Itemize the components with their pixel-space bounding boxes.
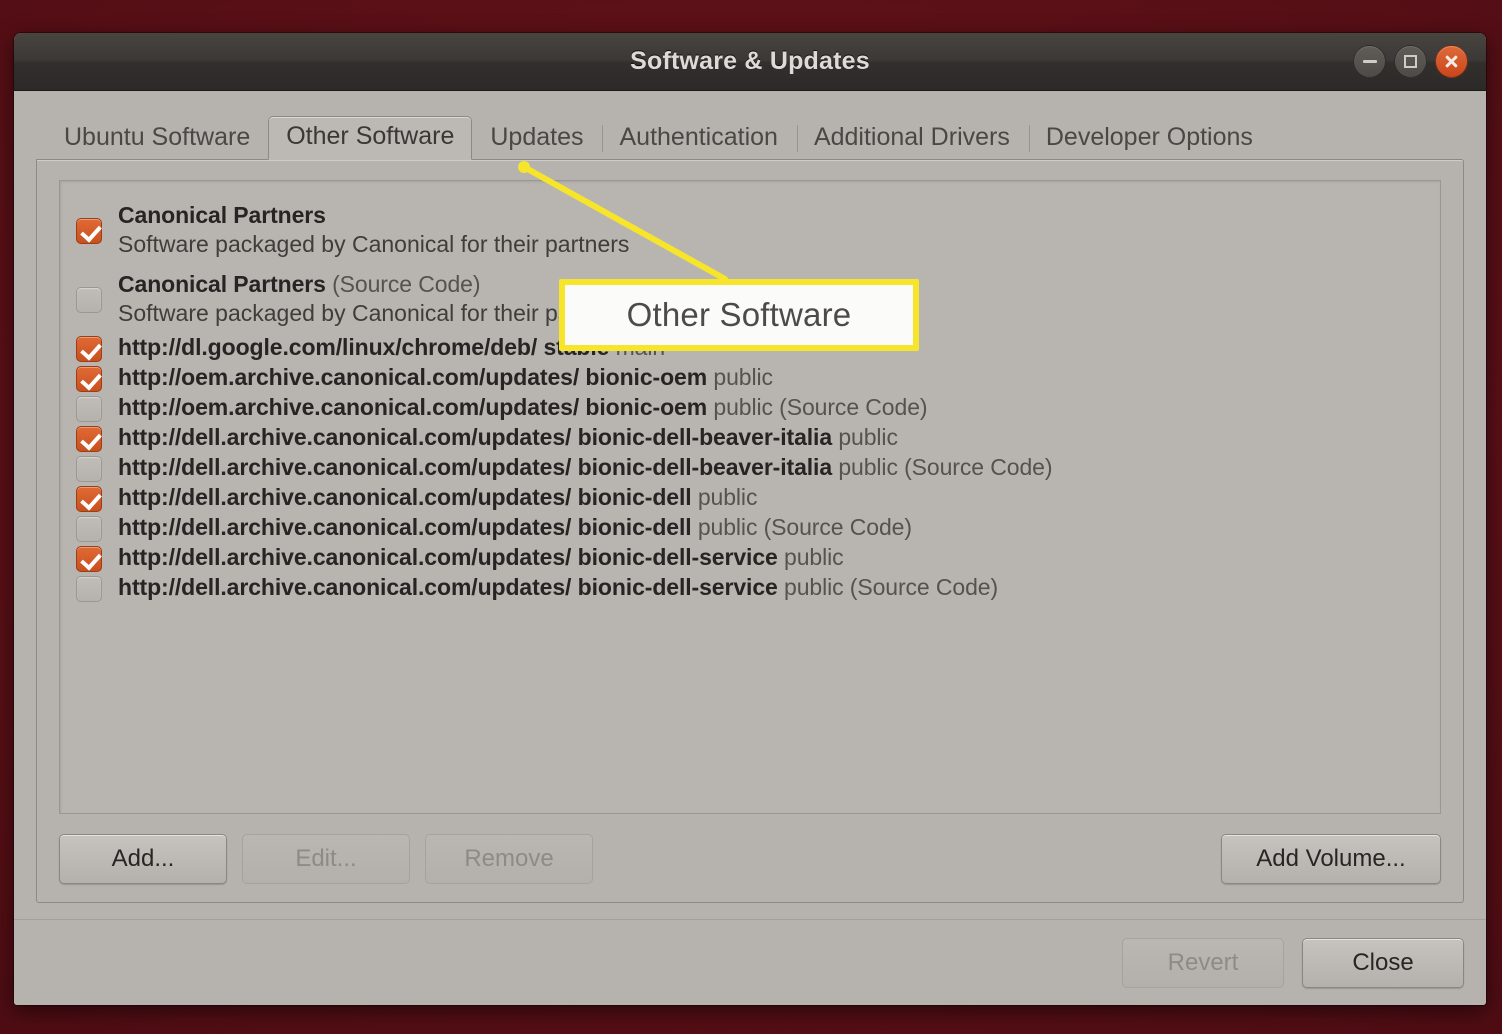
list-item[interactable]: http://oem.archive.canonical.com/updates…	[70, 363, 1430, 393]
source-checkbox[interactable]	[76, 426, 102, 452]
add-volume-button[interactable]: Add Volume...	[1221, 834, 1441, 884]
source-title: Canonical Partners (Source Code)	[118, 270, 481, 297]
tab-additional-drivers[interactable]: Additional Drivers	[796, 117, 1028, 159]
revert-button[interactable]: Revert	[1122, 937, 1284, 988]
list-item[interactable]: http://dell.archive.canonical.com/update…	[70, 573, 1430, 603]
source-checkbox[interactable]	[76, 576, 102, 602]
source-title-suffix: public	[713, 364, 773, 390]
source-title-suffix: public	[838, 424, 898, 450]
minimize-icon	[1362, 60, 1377, 63]
window-titlebar: Software & Updates	[14, 33, 1486, 91]
source-checkbox[interactable]	[76, 486, 102, 512]
source-title-suffix: public (Source Code)	[838, 454, 1053, 480]
remove-button[interactable]: Remove	[425, 834, 593, 884]
tab-developer-options[interactable]: Developer Options	[1028, 117, 1271, 159]
list-item[interactable]: http://dell.archive.canonical.com/update…	[70, 453, 1430, 483]
minimize-button[interactable]	[1353, 45, 1386, 78]
list-item[interactable]: http://dell.archive.canonical.com/update…	[70, 483, 1430, 513]
software-sources-list[interactable]: Canonical Partners Software packaged by …	[59, 180, 1441, 814]
source-checkbox[interactable]	[76, 366, 102, 392]
source-checkbox[interactable]	[76, 516, 102, 542]
source-title-suffix: public	[784, 544, 844, 570]
list-item[interactable]: http://dl.google.com/linux/chrome/deb/ s…	[70, 333, 1430, 363]
source-checkbox[interactable]	[76, 546, 102, 572]
source-checkbox[interactable]	[76, 336, 102, 362]
source-title-suffix: (Source Code)	[332, 270, 481, 297]
source-title: http://dell.archive.canonical.com/update…	[118, 484, 758, 510]
software-updates-window: Software & Updates Ubuntu Software Other…	[14, 33, 1486, 1005]
list-item[interactable]: Canonical Partners Software packaged by …	[70, 195, 1430, 264]
source-title-suffix: public (Source Code)	[784, 574, 999, 600]
source-title: http://dell.archive.canonical.com/update…	[118, 514, 912, 540]
source-title: Canonical Partners	[118, 201, 326, 228]
dialog-footer: Revert Close	[14, 919, 1486, 1005]
list-item[interactable]: http://dell.archive.canonical.com/update…	[70, 543, 1430, 573]
source-title-suffix: public (Source Code)	[713, 394, 928, 420]
source-title-suffix: public (Source Code)	[697, 514, 912, 540]
list-item[interactable]: http://oem.archive.canonical.com/updates…	[70, 393, 1430, 423]
tab-updates[interactable]: Updates	[472, 117, 601, 159]
source-title-suffix: public	[697, 484, 758, 510]
source-description: Software packaged by Canonical for their…	[118, 300, 630, 326]
source-title: http://dl.google.com/linux/chrome/deb/ s…	[118, 334, 666, 360]
source-checkbox[interactable]	[76, 217, 102, 244]
source-checkbox[interactable]	[76, 456, 102, 482]
source-title: http://dell.archive.canonical.com/update…	[118, 454, 1053, 480]
close-window-button[interactable]	[1435, 45, 1468, 78]
page-title: Software & Updates	[630, 47, 870, 75]
tab-panel-other-software: Canonical Partners Software packaged by …	[36, 159, 1464, 903]
source-title: http://oem.archive.canonical.com/updates…	[118, 364, 773, 390]
tab-other-software[interactable]: Other Software	[268, 116, 473, 160]
source-checkbox[interactable]	[76, 396, 102, 422]
source-title: http://oem.archive.canonical.com/updates…	[118, 394, 928, 420]
list-item[interactable]: http://dell.archive.canonical.com/update…	[70, 513, 1430, 543]
tab-authentication[interactable]: Authentication	[601, 117, 795, 159]
source-description: Software packaged by Canonical for their…	[118, 231, 630, 257]
source-title: http://dell.archive.canonical.com/update…	[118, 574, 999, 600]
source-title: http://dell.archive.canonical.com/update…	[118, 424, 898, 450]
maximize-icon	[1404, 55, 1417, 68]
source-title-suffix: main	[615, 334, 666, 360]
window-body: Ubuntu Software Other Software Updates A…	[14, 91, 1486, 919]
close-button[interactable]: Close	[1302, 937, 1464, 988]
source-title: http://dell.archive.canonical.com/update…	[118, 544, 844, 570]
list-item[interactable]: http://dell.archive.canonical.com/update…	[70, 423, 1430, 453]
list-action-bar: Add... Edit... Remove Add Volume...	[59, 834, 1441, 884]
maximize-button[interactable]	[1394, 45, 1427, 78]
add-button[interactable]: Add...	[59, 834, 227, 884]
edit-button[interactable]: Edit...	[242, 834, 410, 884]
tab-bar: Ubuntu Software Other Software Updates A…	[36, 111, 1464, 160]
source-text: Canonical Partners (Source Code) Softwar…	[118, 270, 629, 327]
source-text: Canonical Partners Software packaged by …	[118, 201, 629, 258]
source-checkbox[interactable]	[76, 286, 102, 313]
close-icon	[1444, 54, 1459, 69]
tab-ubuntu-software[interactable]: Ubuntu Software	[46, 117, 268, 159]
list-item[interactable]: Canonical Partners (Source Code) Softwar…	[70, 264, 1430, 333]
window-controls	[1353, 33, 1468, 90]
